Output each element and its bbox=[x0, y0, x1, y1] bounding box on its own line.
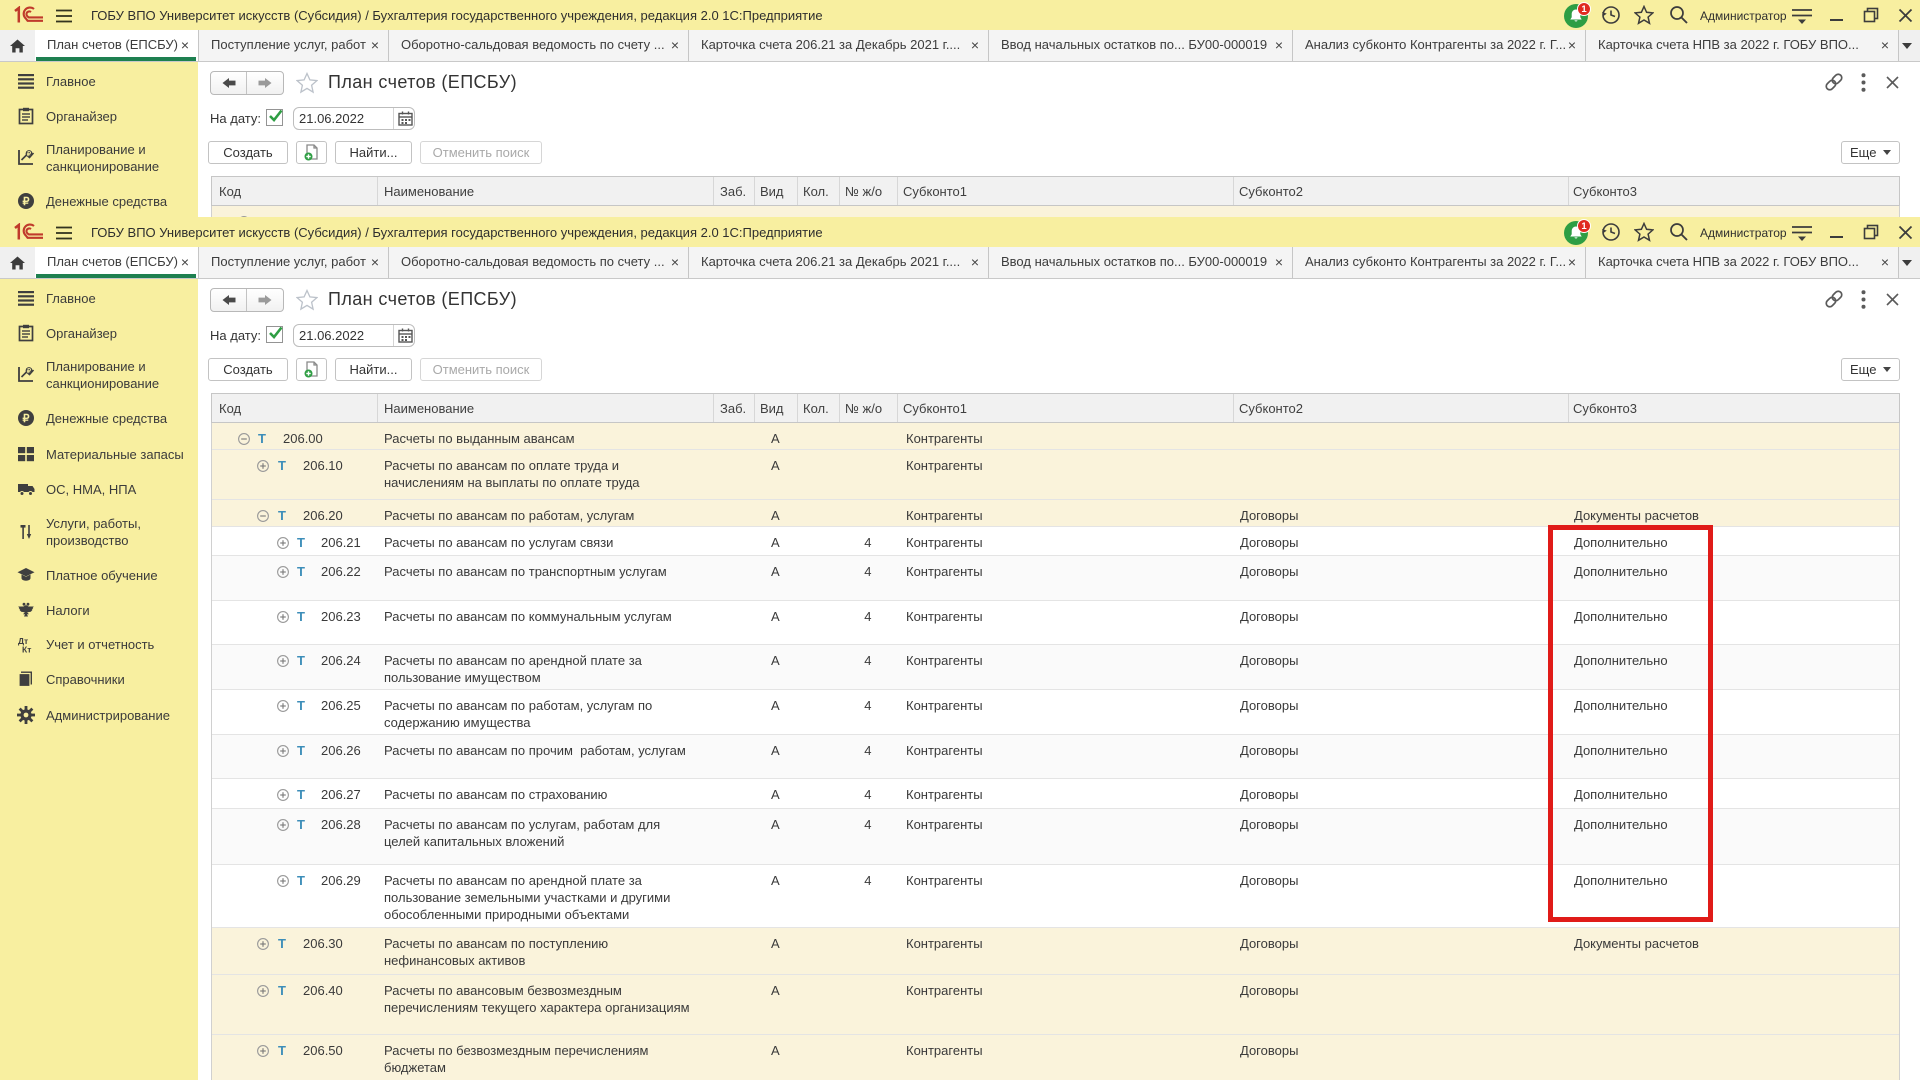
svg-text:₽: ₽ bbox=[23, 196, 30, 208]
svg-text:1: 1 bbox=[1581, 221, 1587, 232]
svg-text:1: 1 bbox=[1581, 4, 1587, 15]
svg-text:₽: ₽ bbox=[23, 413, 30, 425]
svg-text:Кт: Кт bbox=[22, 644, 31, 654]
